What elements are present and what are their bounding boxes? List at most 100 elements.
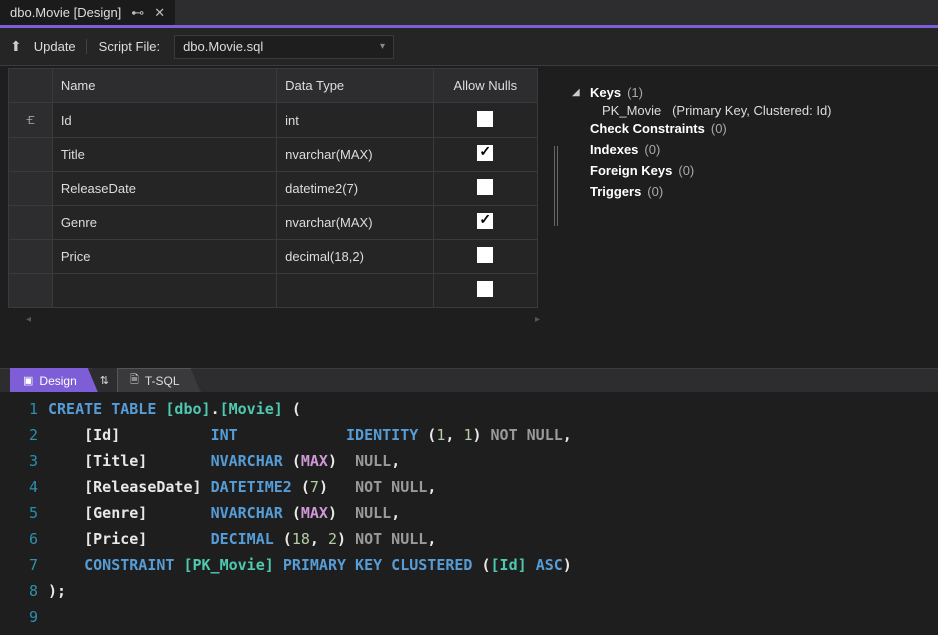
- grid-row[interactable]: Genre nvarchar(MAX): [9, 206, 538, 240]
- keys-node[interactable]: ◢ Keys (1): [572, 82, 928, 103]
- scriptfile-dropdown[interactable]: dbo.Movie.sql ▾: [174, 35, 394, 59]
- columns-grid-area: Name Data Type Allow Nulls 🝗 Id int Titl…: [0, 66, 550, 368]
- cell-nulls[interactable]: [433, 206, 537, 240]
- checkbox-checked[interactable]: [477, 145, 493, 161]
- checkbox-unchecked[interactable]: [477, 111, 493, 127]
- columns-grid[interactable]: Name Data Type Allow Nulls 🝗 Id int Titl…: [8, 68, 538, 308]
- cell-type[interactable]: [277, 274, 434, 308]
- lineno: 1: [0, 396, 38, 422]
- lineno: 9: [0, 604, 38, 630]
- lineno: 7: [0, 552, 38, 578]
- update-button[interactable]: Update: [34, 39, 87, 54]
- horizontal-scrollbar[interactable]: ◂ ▸: [26, 314, 540, 326]
- splitter-handle[interactable]: [554, 146, 558, 226]
- lineno: 4: [0, 474, 38, 500]
- indexes-label: Indexes: [590, 142, 638, 157]
- check-constraints-node[interactable]: Check Constraints (0): [572, 118, 928, 139]
- scriptfile-value: dbo.Movie.sql: [183, 39, 263, 54]
- row-pk-indicator: [9, 206, 53, 240]
- document-tab[interactable]: dbo.Movie [Design] ⊷ ✕: [0, 0, 175, 25]
- triggers-count: (0): [647, 184, 663, 199]
- row-pk-indicator: [9, 138, 53, 172]
- check-count: (0): [711, 121, 727, 136]
- scroll-right-icon[interactable]: ▸: [535, 314, 540, 326]
- checkbox-unchecked[interactable]: [477, 281, 493, 297]
- key-icon: 🝗: [26, 115, 35, 127]
- update-arrow-icon: ⬆: [10, 38, 22, 55]
- cell-nulls[interactable]: [433, 240, 537, 274]
- cell-name[interactable]: Id: [52, 103, 276, 138]
- lineno: 8: [0, 578, 38, 604]
- grid-row[interactable]: ReleaseDate datetime2(7): [9, 172, 538, 206]
- cell-nulls[interactable]: [433, 274, 537, 308]
- pin-icon[interactable]: ⊷: [131, 5, 144, 21]
- indexes-count: (0): [644, 142, 660, 157]
- pk-name: PK_Movie: [602, 103, 661, 118]
- header-type[interactable]: Data Type: [277, 69, 434, 103]
- foreign-keys-node[interactable]: Foreign Keys (0): [572, 160, 928, 181]
- cell-type[interactable]: datetime2(7): [277, 172, 434, 206]
- cell-name[interactable]: Price: [52, 240, 276, 274]
- lineno: 6: [0, 526, 38, 552]
- swap-icon: ⇅: [100, 374, 109, 387]
- lineno: 5: [0, 500, 38, 526]
- keys-label: Keys: [590, 85, 621, 100]
- keys-count: (1): [627, 85, 643, 100]
- fk-label: Foreign Keys: [590, 163, 672, 178]
- grid-row[interactable]: 🝗 Id int: [9, 103, 538, 138]
- cell-nulls[interactable]: [433, 138, 537, 172]
- design-icon: ▣: [23, 374, 33, 387]
- close-icon[interactable]: ✕: [154, 5, 165, 21]
- tab-design-label: Design: [39, 374, 76, 388]
- properties-panel: ◢ Keys (1) PK_Movie (Primary Key, Cluste…: [550, 66, 938, 368]
- lineno: 3: [0, 448, 38, 474]
- tsql-editor[interactable]: 1 2 3 4 5 6 7 8 9 CREATE TABLE [dbo].[Mo…: [0, 392, 938, 630]
- checkbox-unchecked[interactable]: [477, 247, 493, 263]
- cell-type[interactable]: nvarchar(MAX): [277, 138, 434, 172]
- grid-header-row: Name Data Type Allow Nulls: [9, 69, 538, 103]
- indexes-node[interactable]: Indexes (0): [572, 139, 928, 160]
- document-tab-bar: dbo.Movie [Design] ⊷ ✕: [0, 0, 938, 28]
- triggers-node[interactable]: Triggers (0): [572, 181, 928, 202]
- header-nulls[interactable]: Allow Nulls: [433, 69, 537, 103]
- tab-title: dbo.Movie [Design]: [10, 5, 121, 20]
- scriptfile-label: Script File:: [99, 39, 160, 54]
- cell-type[interactable]: int: [277, 103, 434, 138]
- checkbox-unchecked[interactable]: [477, 179, 493, 195]
- cell-nulls[interactable]: [433, 103, 537, 138]
- cell-name[interactable]: Title: [52, 138, 276, 172]
- row-pk-indicator: 🝗: [9, 103, 53, 138]
- grid-row-new[interactable]: [9, 274, 538, 308]
- grid-row[interactable]: Title nvarchar(MAX): [9, 138, 538, 172]
- tab-design[interactable]: ▣ Design: [10, 368, 98, 392]
- fk-count: (0): [678, 163, 694, 178]
- tab-tsql-label: T-SQL: [145, 374, 180, 388]
- line-gutter: 1 2 3 4 5 6 7 8 9: [0, 392, 48, 630]
- pk-item[interactable]: PK_Movie (Primary Key, Clustered: Id): [572, 103, 928, 118]
- cell-name[interactable]: [52, 274, 276, 308]
- scroll-left-icon[interactable]: ◂: [26, 314, 31, 326]
- cell-nulls[interactable]: [433, 172, 537, 206]
- rowheader-blank: [9, 69, 53, 103]
- cell-type[interactable]: decimal(18,2): [277, 240, 434, 274]
- tab-tsql[interactable]: 🗎 T-SQL: [117, 368, 201, 392]
- check-label: Check Constraints: [590, 121, 705, 136]
- row-pk-indicator: [9, 274, 53, 308]
- row-pk-indicator: [9, 240, 53, 274]
- cell-name[interactable]: Genre: [52, 206, 276, 240]
- checkbox-checked[interactable]: [477, 213, 493, 229]
- chevron-down-icon: ▾: [380, 41, 385, 52]
- code-content[interactable]: CREATE TABLE [dbo].[Movie] ( [Id] INT ID…: [48, 392, 572, 630]
- sql-icon: 🗎: [130, 371, 139, 390]
- triggers-label: Triggers: [590, 184, 641, 199]
- grid-row[interactable]: Price decimal(18,2): [9, 240, 538, 274]
- pk-detail: (Primary Key, Clustered: Id): [672, 103, 831, 118]
- cell-name[interactable]: ReleaseDate: [52, 172, 276, 206]
- lineno: 2: [0, 422, 38, 448]
- header-name[interactable]: Name: [52, 69, 276, 103]
- caret-down-icon: ◢: [572, 87, 584, 98]
- pane-tabs: ▣ Design ⇅ 🗎 T-SQL: [0, 368, 938, 392]
- designer-toolbar: ⬆ Update Script File: dbo.Movie.sql ▾: [0, 28, 938, 66]
- row-pk-indicator: [9, 172, 53, 206]
- cell-type[interactable]: nvarchar(MAX): [277, 206, 434, 240]
